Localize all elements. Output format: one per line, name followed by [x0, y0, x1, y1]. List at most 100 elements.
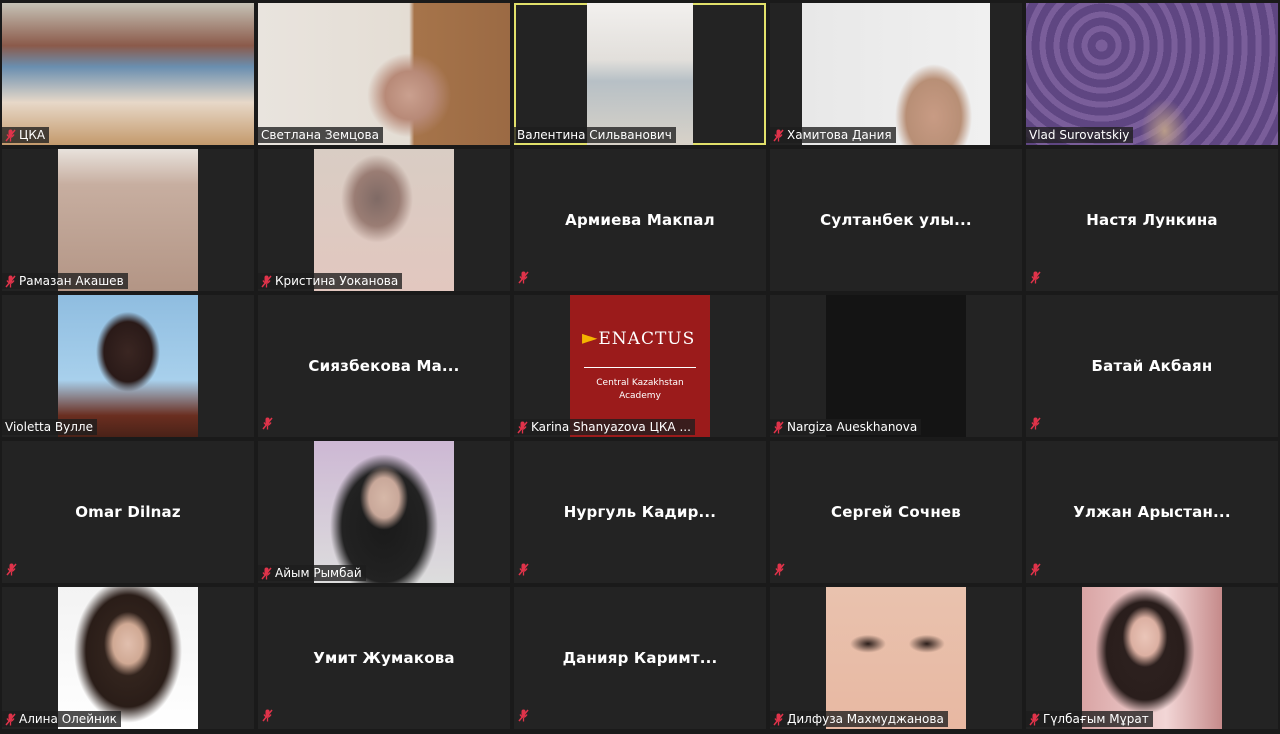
participant-name-label: Гүлбағым Мұрат	[1026, 711, 1153, 727]
participant-name-label: Кристина Уоканова	[258, 273, 403, 289]
participant-name: Рамазан Акашев	[19, 274, 124, 288]
participant-tile[interactable]: Нургуль Кадир...	[514, 441, 766, 583]
muted-mic-icon	[5, 275, 16, 287]
participant-name: Violetta Вулле	[5, 420, 93, 434]
participant-tile[interactable]: Дилфуза Махмуджанова	[770, 587, 1022, 729]
participant-name: Айым Рымбай	[275, 566, 362, 580]
participant-name-label: Violetta Вулле	[2, 419, 97, 435]
mic-status	[774, 561, 785, 580]
participant-name-label: ЦКА	[2, 127, 50, 143]
participant-tile[interactable]: Умит Жумакова	[258, 587, 510, 729]
participant-name-label: Айым Рымбай	[258, 565, 366, 581]
participant-tile[interactable]: Данияр Каримт...	[514, 587, 766, 729]
participant-video	[1026, 3, 1278, 145]
participant-name: Нургуль Кадир...	[563, 503, 717, 521]
participant-tile[interactable]: Алина Олейник	[2, 587, 254, 729]
participant-tile[interactable]: Настя Лункина	[1026, 149, 1278, 291]
participant-name: Дилфуза Махмуджанова	[787, 712, 944, 726]
participant-name: Кристина Уоканова	[275, 274, 399, 288]
participant-tile[interactable]: Сергей Сочнев	[770, 441, 1022, 583]
participant-name: Армиева Макпал	[565, 211, 715, 229]
participant-tile[interactable]: Nargiza Aueskhanova	[770, 295, 1022, 437]
participant-tile[interactable]: Vlad Surovatskiy	[1026, 3, 1278, 145]
participant-name: Vlad Surovatskiy	[1029, 128, 1130, 142]
muted-mic-icon	[1030, 563, 1041, 576]
video-gallery: ЦКА Светлана Земцова Валентина Сильванович…	[0, 0, 1280, 734]
participant-name: Nargiza Aueskhanova	[787, 420, 918, 434]
participant-video: ►ENACTUS Central Kazakhstan Academy	[570, 295, 710, 437]
participant-name: Батай Акбаян	[1091, 357, 1213, 375]
mic-status	[1030, 269, 1041, 288]
participant-name: Karina Shanyazova ЦКА ...	[531, 420, 691, 434]
participant-video	[826, 587, 966, 729]
participant-video	[314, 149, 454, 291]
participant-name-label: Хамитова Дания	[770, 127, 896, 143]
muted-mic-icon	[5, 129, 16, 141]
mic-status	[518, 561, 529, 580]
enactus-subtitle: Central Kazakhstan Academy	[570, 377, 710, 403]
participant-tile[interactable]: Султанбек улы...	[770, 149, 1022, 291]
participant-name-label: Светлана Земцова	[258, 127, 383, 143]
participant-video	[58, 149, 198, 291]
participant-name: Алина Олейник	[19, 712, 117, 726]
participant-tile[interactable]: Violetta Вулле	[2, 295, 254, 437]
participant-tile[interactable]: Хамитова Дания	[770, 3, 1022, 145]
participant-tile[interactable]: ЦКА	[2, 3, 254, 145]
participant-tile[interactable]: Батай Акбаян	[1026, 295, 1278, 437]
participant-name-label: Nargiza Aueskhanova	[770, 419, 922, 435]
participant-video	[826, 295, 966, 437]
muted-mic-icon	[1030, 271, 1041, 284]
muted-mic-icon	[1030, 417, 1041, 430]
participant-tile[interactable]: Сиязбекова Ма...	[258, 295, 510, 437]
muted-mic-icon	[262, 709, 273, 722]
participant-video	[58, 295, 198, 437]
mic-status	[262, 707, 273, 726]
enactus-line-1: Central Kazakhstan	[596, 378, 684, 388]
participant-name: Хамитова Дания	[787, 128, 892, 142]
muted-mic-icon	[518, 709, 529, 722]
participant-name: Валентина Сильванович	[517, 128, 672, 142]
mic-status	[518, 707, 529, 726]
participant-name: Улжан Арыстан...	[1073, 503, 1231, 521]
participant-video	[258, 3, 510, 145]
participant-video	[587, 3, 693, 145]
participant-video	[802, 3, 990, 145]
participant-tile[interactable]: Валентина Сильванович	[514, 3, 766, 145]
participant-video	[1082, 587, 1222, 729]
participant-name: Настя Лункина	[1086, 211, 1218, 229]
participant-name: Светлана Земцова	[261, 128, 379, 142]
participant-name: Гүлбағым Мұрат	[1043, 712, 1149, 726]
participant-tile[interactable]: Кристина Уоканова	[258, 149, 510, 291]
participant-tile[interactable]: Айым Рымбай	[258, 441, 510, 583]
participant-tile[interactable]: Omar Dilnaz	[2, 441, 254, 583]
muted-mic-icon	[518, 563, 529, 576]
participant-name-label: Валентина Сильванович	[514, 127, 676, 143]
mic-status	[1030, 415, 1041, 434]
participant-name: Сергей Сочнев	[831, 503, 961, 521]
participant-tile[interactable]: Улжан Арыстан...	[1026, 441, 1278, 583]
muted-mic-icon	[518, 271, 529, 284]
participant-tile[interactable]: Светлана Земцова	[258, 3, 510, 145]
participant-tile[interactable]: ►ENACTUS Central Kazakhstan Academy Karina …	[514, 295, 766, 437]
divider	[584, 367, 696, 368]
muted-mic-icon	[517, 421, 528, 433]
muted-mic-icon	[1029, 713, 1040, 725]
participant-tile[interactable]: Рамазан Акашев	[2, 149, 254, 291]
muted-mic-icon	[6, 563, 17, 576]
participant-tile[interactable]: Армиева Макпал	[514, 149, 766, 291]
mic-status	[6, 561, 17, 580]
participant-name: Данияр Каримт...	[562, 649, 718, 667]
participant-name: Omar Dilnaz	[75, 503, 181, 521]
muted-mic-icon	[261, 275, 272, 287]
participant-name: Умит Жумакова	[313, 649, 455, 667]
muted-mic-icon	[262, 417, 273, 430]
mic-status	[262, 415, 273, 434]
participant-name-label: Vlad Surovatskiy	[1026, 127, 1134, 143]
participant-name-label: Karina Shanyazova ЦКА ...	[514, 419, 695, 435]
participant-video	[2, 3, 254, 145]
participant-name: Сиязбекова Ма...	[308, 357, 460, 375]
participant-video	[314, 441, 454, 583]
participant-tile[interactable]: Гүлбағым Мұрат	[1026, 587, 1278, 729]
participant-video	[58, 587, 198, 729]
enactus-logo: ►ENACTUS	[582, 325, 696, 349]
